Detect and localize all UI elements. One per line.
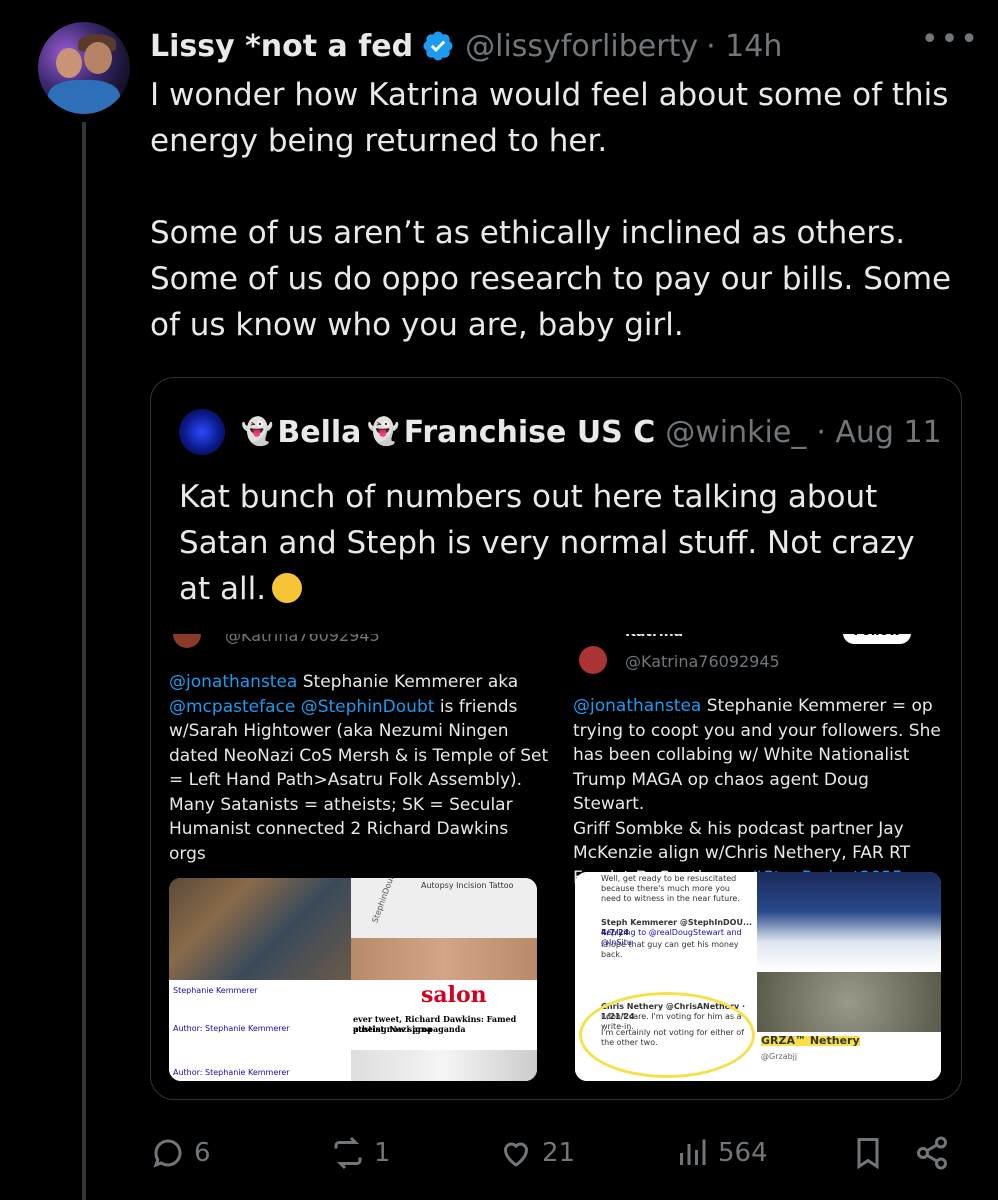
quote-timestamp[interactable]: · Aug 11 <box>816 415 941 450</box>
author-handle[interactable]: @lissyforliberty <box>465 29 698 64</box>
screenshot-text: trying to coopt you and your followers. … <box>573 720 941 741</box>
screenshot-text: = Left Hand Path>Asatru Folk Assembly). <box>169 770 523 790</box>
quote-line: at all. <box>179 571 267 607</box>
retweet-icon <box>334 1136 362 1170</box>
tattoo-photo <box>351 938 537 980</box>
screenshot-collage: Well, get ready to be resuscitated becau… <box>575 872 941 1081</box>
screenshot-collage: StephinDoubt Autopsy Incision Tattoo Ste… <box>169 878 537 1081</box>
screenshot-avatar <box>579 646 607 674</box>
tweet-text: I wonder how Katrina would feel about so… <box>150 72 970 348</box>
tweet-screenshot: Chris Nethery @ChrisANethery · 1/21/24 I… <box>575 972 757 1081</box>
heart-icon <box>503 1142 529 1167</box>
screenshot-name: Katrina <box>625 634 683 645</box>
screenshot-text: has been collabing w/ White Nationalist <box>573 745 910 765</box>
screenshot-text: w/Sarah Hightower (aka Nezumi Ningen <box>169 721 509 741</box>
tweet-line: of us know who you are, baby girl. <box>150 307 684 343</box>
search-author: Author: Stephanie Kemmerer <box>173 1068 290 1077</box>
screenshot-link: @jonathanstea <box>169 672 298 692</box>
screenshot-text: is friends <box>434 696 518 717</box>
ghost-emoji-icon: 👻 <box>367 417 400 447</box>
search-title: Stephanie Kemmerer <box>173 986 258 995</box>
salon-logo: salon <box>421 982 487 1008</box>
thread-line <box>82 122 86 1200</box>
quote-line: Kat bunch of numbers out here talking ab… <box>179 479 878 515</box>
quote-media-left[interactable]: @Katrina76092945 @jonathanstea Stephanie… <box>163 634 553 1081</box>
quote-author-name-part[interactable]: Franchise US C <box>404 415 655 450</box>
author-avatar[interactable] <box>38 22 130 114</box>
salon-article: salon ever tweet, Richard Dawkins: Famed… <box>351 980 537 1081</box>
tweet-line: Some of us aren’t as ethically inclined … <box>150 215 906 251</box>
quote-text: Kat bunch of numbers out here talking ab… <box>179 474 939 612</box>
share-icon <box>917 1136 947 1170</box>
screenshot-text: Trump MAGA op chaos agent Doug Stewart. <box>573 769 869 815</box>
screenshot-text: orgs <box>169 843 206 864</box>
tweet-screenshot: Well, get ready to be resuscitated becau… <box>575 872 757 972</box>
tweet-action-bar: 6 1 21 564 <box>150 1128 970 1178</box>
tattoo-label: Autopsy Incision Tattoo <box>421 881 514 890</box>
reply-icon <box>153 1139 182 1168</box>
tweet-line: Some of us do oppo research to pay our b… <box>150 261 952 297</box>
reply-count: 6 <box>194 1138 211 1168</box>
salon-headline: posting Nazi propaganda <box>353 1024 466 1034</box>
views-icon <box>680 1139 706 1165</box>
views-button[interactable]: 564 <box>674 1128 768 1178</box>
reply-button[interactable]: 6 <box>150 1128 211 1178</box>
quote-tweet-card[interactable]: 👻 Bella 👻 Franchise US C @winkie_ · Aug … <box>150 377 962 1100</box>
search-author: Author: Stephanie Kemmerer <box>173 1024 290 1033</box>
screenshot-text: Griff Sombke & his podcast partner Jay <box>573 818 904 839</box>
ghost-emoji-icon: 👻 <box>241 417 274 447</box>
avatar-shirt <box>48 80 120 114</box>
screenshot-text: Many Satanists = atheists; SK = Secular <box>169 794 513 815</box>
mini-tweet-text: Well, get ready to be resuscitated becau… <box>601 874 740 903</box>
retweet-button[interactable]: 1 <box>330 1128 391 1178</box>
quote-author-avatar[interactable] <box>179 409 225 455</box>
salon-photo <box>351 1050 537 1081</box>
bookmark-icon <box>857 1138 879 1170</box>
quote-line: Satan and Steph is very normal stuff. No… <box>179 525 915 561</box>
profile-handle: @Grzabjj <box>761 1052 798 1061</box>
share-button[interactable] <box>914 1128 958 1178</box>
tweet-line: I wonder how Katrina would feel about so… <box>150 77 949 113</box>
quote-media-right[interactable]: Katrina @Katrina76092945 Follow @jonatha… <box>569 634 949 1081</box>
quote-author-handle[interactable]: @winkie_ <box>665 415 806 450</box>
like-button[interactable]: 21 <box>498 1128 575 1178</box>
profile-name: GRZA™ Nethery <box>761 1034 860 1047</box>
video-screenshot <box>757 872 941 972</box>
screenshot-text: dated NeoNazi CoS Mersh & is Temple of S… <box>169 745 549 766</box>
screenshot-link: @mcpasteface @StephinDoubt <box>169 696 435 717</box>
screenshot-link: @jonathanstea <box>573 696 702 716</box>
avatar-face <box>56 48 82 78</box>
tattoo-photo-grid <box>169 878 351 980</box>
more-horizontal-icon[interactable]: ••• <box>921 22 980 57</box>
screenshot-text: Stephanie Kemmerer = op <box>701 696 933 716</box>
screenshot-handle: @Katrina76092945 <box>225 634 380 645</box>
screenshot-body: @jonathanstea Stephanie Kemmerer = op tr… <box>573 694 945 890</box>
screenshot-text: Humanist connected 2 Richard Dawkins <box>169 819 509 839</box>
screenshot-handle: @Katrina76092945 <box>625 652 780 671</box>
search-result: Stephanie Kemmerer Author: Stephanie Kem… <box>169 980 351 1081</box>
tweet-line: energy being returned to her. <box>150 123 608 159</box>
author-name[interactable]: Lissy *not a fed <box>150 29 413 64</box>
profile-photo <box>757 972 941 1032</box>
bookmark-button[interactable] <box>850 1128 894 1178</box>
tattoo-page: StephinDoubt Autopsy Incision Tattoo <box>351 878 537 938</box>
like-count: 21 <box>542 1138 576 1168</box>
screenshot-body: @jonathanstea Stephanie Kemmerer aka @mc… <box>169 670 549 866</box>
avatar-face <box>84 42 112 74</box>
mini-tweet-text: I hope that guy can get his money back. <box>601 940 739 959</box>
highlight-circle <box>579 992 755 1078</box>
views-count: 564 <box>718 1138 768 1168</box>
facepalm-emoji-icon <box>272 573 303 603</box>
screenshot-text: Stephanie Kemmerer aka <box>297 672 519 692</box>
quote-author-name-part[interactable]: Bella <box>277 415 361 450</box>
follow-button: Follow <box>843 634 911 644</box>
screenshot-text: McKenzie align w/Chris Nethery, FAR RT <box>573 843 911 863</box>
quote-header: 👻 Bella 👻 Franchise US C @winkie_ · Aug … <box>241 406 951 458</box>
verified-badge-icon[interactable] <box>421 29 455 63</box>
profile-screenshot: GRZA™ Nethery @Grzabjj <box>757 972 941 1081</box>
tweet-timestamp[interactable]: · 14h <box>706 29 782 64</box>
screenshot-avatar <box>173 634 201 648</box>
tweet-header: Lissy *not a fed @lissyforliberty · 14h <box>150 22 980 70</box>
retweet-count: 1 <box>374 1138 391 1168</box>
